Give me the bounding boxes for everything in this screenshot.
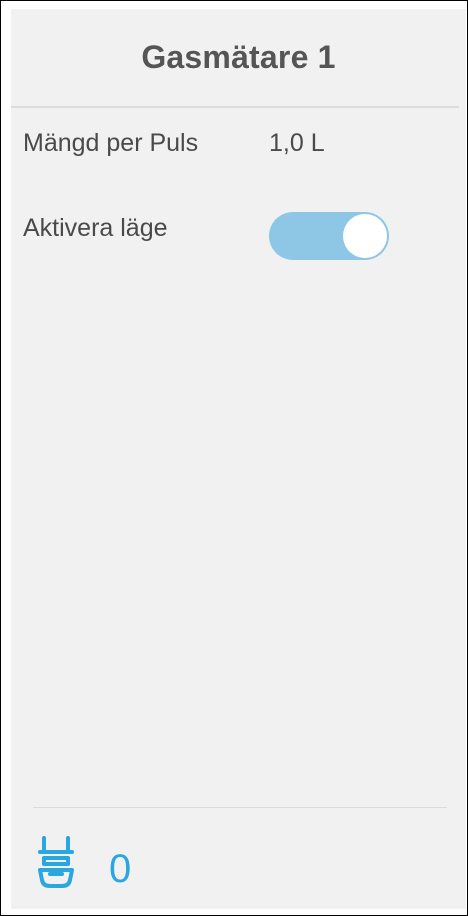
amount-per-pulse-value[interactable]: 1,0 L <box>269 131 325 156</box>
gas-meter-count: 0 <box>109 847 132 891</box>
gas-meter-panel: Gasmätare 1 Mängd per Puls 1,0 L Aktiver… <box>11 9 466 909</box>
activate-mode-toggle[interactable] <box>269 212 389 260</box>
toggle-knob <box>343 214 387 258</box>
device-frame: Gasmätare 1 Mängd per Puls 1,0 L Aktiver… <box>0 0 468 916</box>
gas-meter-icon <box>38 836 74 888</box>
page-title: Gasmätare 1 <box>141 39 336 75</box>
amount-per-pulse-label: Mängd per Puls <box>23 129 199 157</box>
header-divider <box>11 106 459 108</box>
footer-divider <box>33 807 447 808</box>
activate-mode-label: Aktivera läge <box>23 214 168 242</box>
